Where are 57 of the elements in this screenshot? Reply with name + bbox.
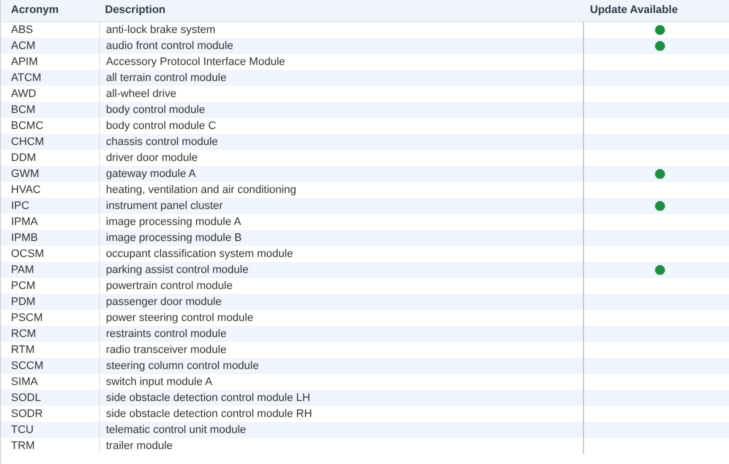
description-cell-text: image processing module B bbox=[106, 230, 242, 246]
column-header[interactable]: Description bbox=[105, 2, 166, 19]
acronym-cell-text: RTM bbox=[11, 342, 35, 358]
acronym-cell-text: TCU bbox=[11, 422, 34, 438]
acronym-cell-text: AWD bbox=[11, 86, 36, 102]
description-cell-text: steering column control module bbox=[106, 358, 259, 374]
description-cell-text: driver door module bbox=[106, 150, 198, 166]
acronym-cell-text: OCSM bbox=[11, 246, 44, 262]
acronym-cell-text: CHCM bbox=[11, 134, 44, 150]
description-cell-text: gateway module A bbox=[106, 166, 196, 182]
description-cell-text: anti-lock brake system bbox=[106, 22, 216, 38]
description-cell-text: power steering control module bbox=[106, 310, 254, 326]
acronym-cell-text: ATCM bbox=[11, 70, 42, 86]
acronym-cell-text: APIM bbox=[11, 54, 38, 70]
description-cell-text: occupant classification system module bbox=[106, 246, 294, 262]
acronym-cell-text: SIMA bbox=[11, 374, 38, 390]
description-cell-text: instrument panel cluster bbox=[106, 198, 223, 214]
acronym-cell-text: BCM bbox=[11, 102, 36, 118]
acronym-cell-text: ACM bbox=[11, 38, 36, 54]
description-cell-text: passenger door module bbox=[106, 294, 222, 310]
description-cell-text: trailer module bbox=[106, 438, 173, 454]
description-cell-text: chassis control module bbox=[106, 134, 218, 150]
description-cell-text: radio transceiver module bbox=[106, 342, 226, 358]
description-cell-text: audio front control module bbox=[106, 38, 234, 54]
description-cell-text: image processing module A bbox=[106, 214, 242, 230]
acronym-cell-text: IPMA bbox=[11, 214, 38, 230]
acronym-cell-text: IPMB bbox=[11, 230, 38, 246]
acronym-cell-text: ABS bbox=[11, 22, 34, 38]
acronym-cell-text: IPC bbox=[11, 198, 30, 214]
description-cell-text: restraints control module bbox=[106, 326, 226, 342]
acronym-cell-text: PCM bbox=[11, 278, 36, 294]
acronym-cell-text: SODR bbox=[11, 406, 43, 422]
column-header[interactable]: Update Available bbox=[590, 2, 678, 19]
description-cell-text: side obstacle detection control module LH bbox=[106, 390, 310, 406]
description-cell-text: Accessory Protocol Interface Module bbox=[106, 54, 286, 70]
acronym-cell-text: PAM bbox=[11, 262, 34, 278]
column-header[interactable]: Acronym bbox=[11, 2, 59, 19]
acronym-cell-text: RCM bbox=[11, 326, 36, 342]
description-cell-text: all-wheel drive bbox=[106, 86, 176, 102]
description-cell-text: body control module C bbox=[106, 118, 216, 134]
description-cell-text: parking assist control module bbox=[106, 262, 248, 278]
description-cell-text: side obstacle detection control module RH bbox=[106, 406, 312, 422]
acronym-cell-text: PSCM bbox=[11, 310, 43, 326]
acronym-cell-text: DDM bbox=[11, 150, 36, 166]
acronym-cell-text: GWM bbox=[11, 166, 40, 182]
description-cell-text: telematic control unit module bbox=[106, 422, 246, 438]
acronym-cell-text: HVAC bbox=[11, 182, 41, 198]
description-cell-text: switch input module A bbox=[106, 374, 212, 390]
description-cell-text: heating, ventilation and air conditioning bbox=[106, 182, 296, 198]
description-cell-text: body control module bbox=[106, 102, 206, 118]
acronym-cell-text: TRM bbox=[11, 438, 35, 454]
description-cell-text: all terrain control module bbox=[106, 70, 226, 86]
acronym-cell-text: BCMC bbox=[11, 118, 44, 134]
description-cell-text: powertrain control module bbox=[106, 278, 233, 294]
acronym-cell-text: SODL bbox=[11, 390, 41, 406]
acronym-cell-text: SCCM bbox=[11, 358, 44, 374]
acronym-cell-text: PDM bbox=[11, 294, 36, 310]
